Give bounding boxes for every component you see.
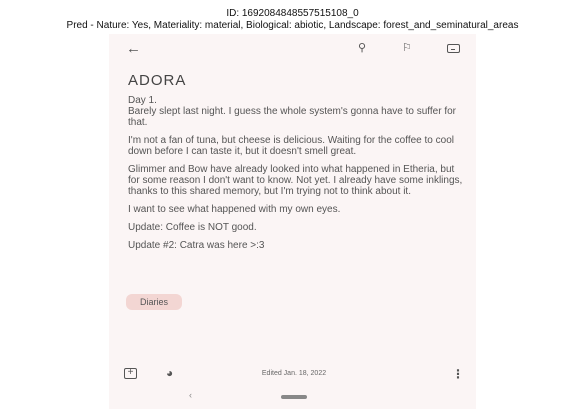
note-paragraph: Glimmer and Bow have already looked into… bbox=[128, 164, 463, 197]
reminder-bell-icon[interactable]: ⚐ bbox=[402, 42, 412, 55]
prediction-caption: Pred - Nature: Yes, Materiality: materia… bbox=[66, 20, 519, 31]
add-box-icon[interactable]: + bbox=[124, 368, 137, 379]
note-paragraph: Update: Coffee is NOT good. bbox=[128, 222, 257, 233]
palette-icon[interactable]: ◕ bbox=[166, 366, 173, 380]
note-paragraph: I want to see what happened with my own … bbox=[128, 204, 341, 215]
back-arrow-icon[interactable]: ← bbox=[126, 41, 141, 56]
note-paragraph: Day 1. Barely slept last night. I guess … bbox=[128, 95, 457, 128]
image-id-caption: ID: 1692084848557515108_0 bbox=[226, 8, 359, 19]
edited-timestamp: Edited Jan. 18, 2022 bbox=[261, 370, 327, 377]
bottom-toolbar: + ◕ Edited Jan. 18, 2022 ⋮ bbox=[109, 364, 476, 384]
pin-icon[interactable]: ⚲ bbox=[358, 42, 366, 55]
note-title[interactable]: ADORA bbox=[128, 72, 186, 89]
system-nav-bar: ‹ bbox=[109, 386, 476, 409]
label-chip-diaries[interactable]: Diaries bbox=[126, 294, 183, 310]
phone-screen: ← ⚲ ⚐ ADORA Day 1. Barely slept last nig… bbox=[109, 34, 476, 409]
note-paragraph: I'm not a fan of tuna, but cheese is del… bbox=[128, 135, 454, 157]
note-paragraph: Update #2: Catra was here >:3 bbox=[128, 240, 265, 251]
archive-icon[interactable] bbox=[447, 44, 460, 53]
nav-home-pill[interactable] bbox=[281, 395, 307, 399]
nav-back-icon[interactable]: ‹ bbox=[189, 390, 192, 400]
note-body[interactable]: Day 1. Barely slept last night. I guess … bbox=[128, 95, 463, 258]
more-vert-icon[interactable]: ⋮ bbox=[452, 367, 464, 381]
top-toolbar: ← ⚲ ⚐ bbox=[109, 34, 476, 64]
